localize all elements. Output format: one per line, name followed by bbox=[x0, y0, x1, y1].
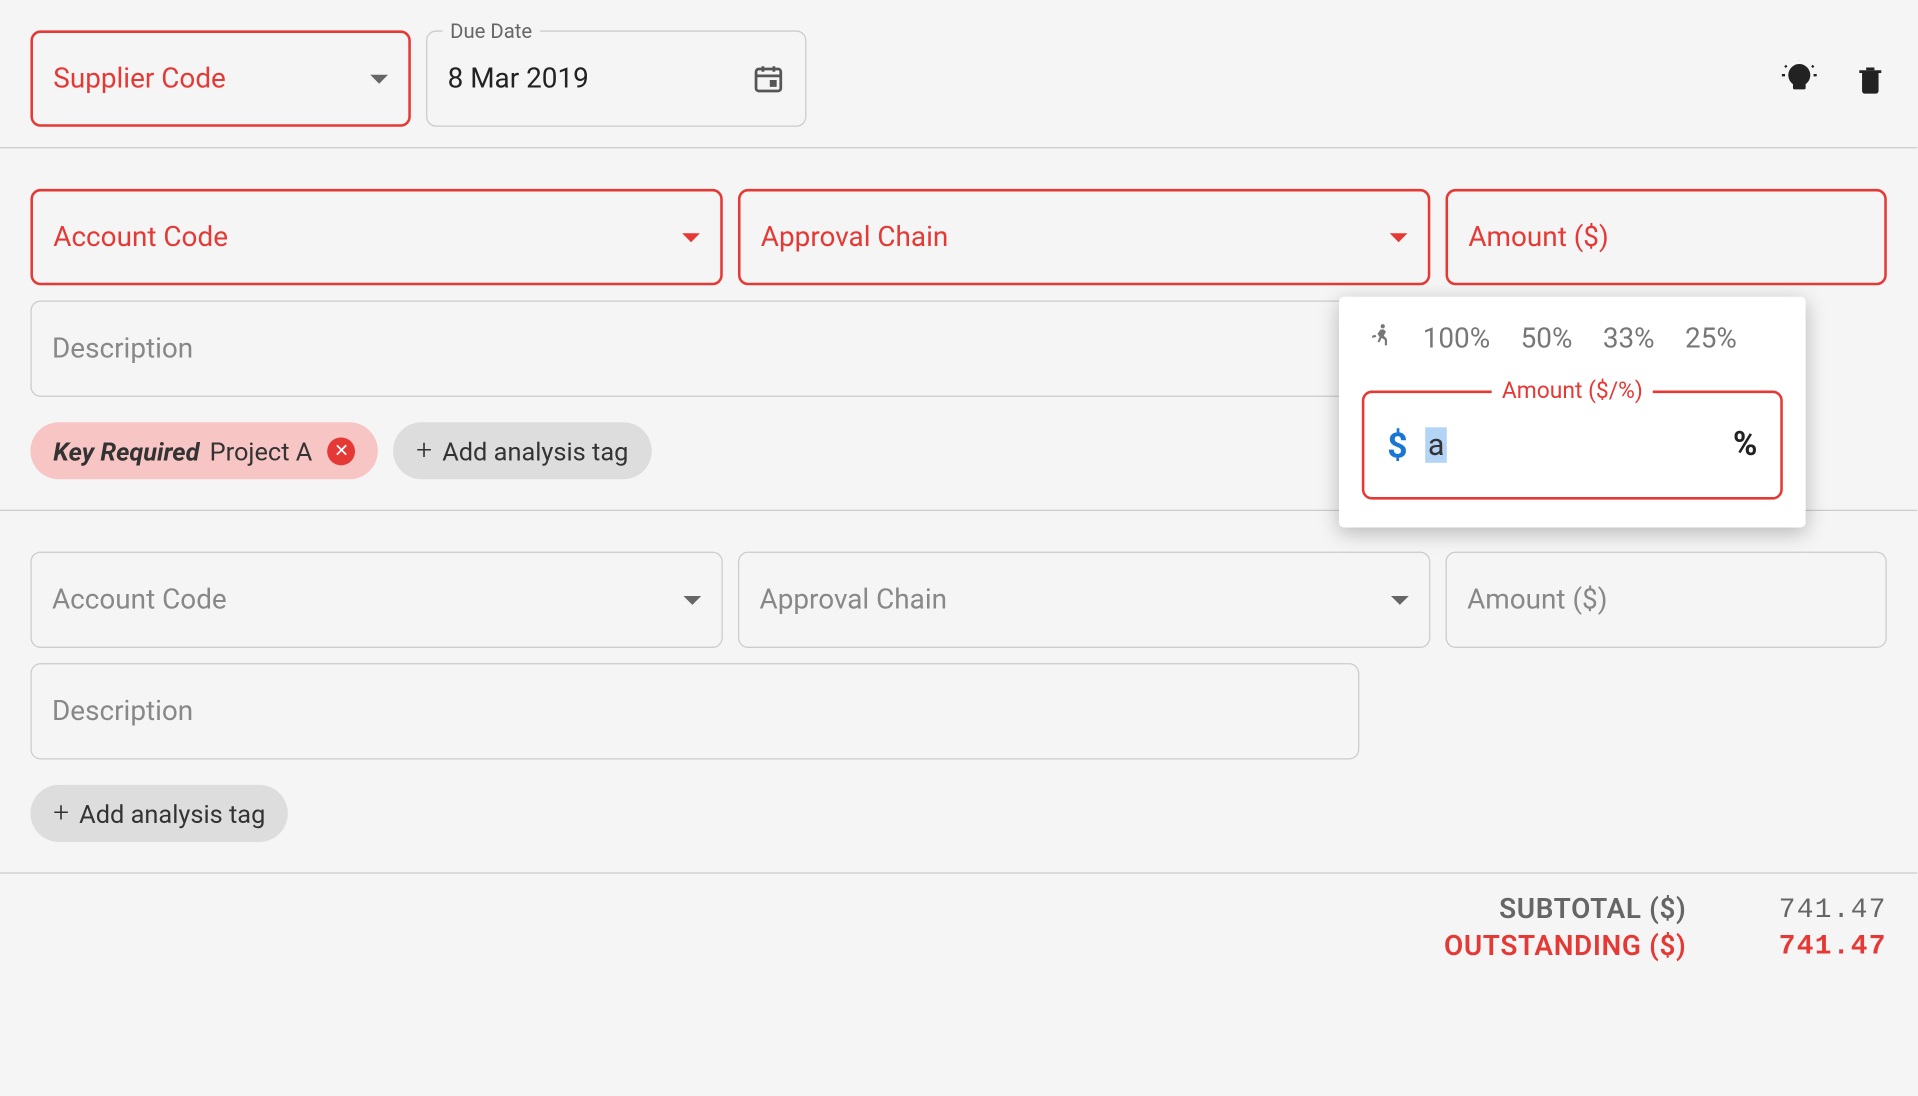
amount-field-2[interactable]: Amount ($) bbox=[1446, 552, 1887, 648]
supplier-code-placeholder: Supplier Code bbox=[53, 63, 370, 95]
chevron-down-icon bbox=[682, 233, 700, 242]
calendar-icon[interactable] bbox=[752, 62, 785, 95]
lightbulb-icon[interactable] bbox=[1780, 61, 1818, 99]
tag-key-required-label: Key Required bbox=[53, 436, 199, 466]
chevron-down-icon bbox=[1391, 595, 1409, 604]
shortcut-100[interactable]: 100% bbox=[1423, 323, 1490, 355]
header-actions bbox=[1780, 61, 1887, 99]
add-tag-label: Add analysis tag bbox=[442, 436, 628, 466]
tag-project-label: Project A bbox=[210, 436, 313, 466]
amount-input[interactable]: a bbox=[1425, 427, 1715, 463]
shortcut-33[interactable]: 33% bbox=[1603, 323, 1655, 355]
amount-input-label: Amount ($/%) bbox=[1492, 378, 1653, 405]
outstanding-value: 741.47 bbox=[1747, 931, 1886, 963]
amount-input-field[interactable]: Amount ($/%) $ a % bbox=[1362, 391, 1783, 500]
subtotal-value: 741.47 bbox=[1747, 894, 1886, 926]
due-date-value: 8 Mar 2019 bbox=[448, 63, 752, 95]
header-row: Supplier Code Due Date 8 Mar 2019 bbox=[0, 0, 1917, 148]
subtotal-label: SUBTOTAL ($) bbox=[1499, 894, 1686, 926]
account-code-select-2[interactable]: Account Code bbox=[30, 552, 722, 648]
plus-icon: + bbox=[53, 798, 69, 830]
totals: SUBTOTAL ($) 741.47 OUTSTANDING ($) 741.… bbox=[0, 874, 1917, 983]
percent-icon[interactable]: % bbox=[1733, 426, 1757, 464]
approval-chain-select-1[interactable]: Approval Chain bbox=[738, 189, 1430, 285]
shortcuts-row: 100% 50% 33% 25% bbox=[1362, 322, 1783, 355]
amount-placeholder: Amount ($) bbox=[1467, 584, 1865, 616]
due-date-field[interactable]: Due Date 8 Mar 2019 bbox=[426, 30, 806, 126]
approval-chain-placeholder: Approval Chain bbox=[760, 584, 1391, 616]
line-item-2: Account Code Approval Chain Amount ($) D… bbox=[0, 511, 1917, 874]
chevron-down-icon bbox=[1390, 233, 1408, 242]
chevron-down-icon bbox=[370, 74, 388, 83]
account-code-placeholder: Account Code bbox=[53, 221, 682, 253]
outstanding-label: OUTSTANDING ($) bbox=[1444, 931, 1686, 963]
trash-icon[interactable] bbox=[1854, 61, 1887, 99]
description-placeholder: Description bbox=[52, 695, 1338, 727]
account-code-placeholder: Account Code bbox=[52, 584, 683, 616]
approval-chain-select-2[interactable]: Approval Chain bbox=[738, 552, 1430, 648]
shortcut-25[interactable]: 25% bbox=[1685, 323, 1737, 355]
add-tag-label: Add analysis tag bbox=[79, 798, 265, 828]
amount-placeholder: Amount ($) bbox=[1468, 221, 1864, 253]
description-placeholder: Description bbox=[52, 333, 1338, 365]
description-field-2[interactable]: Description bbox=[30, 663, 1359, 759]
account-code-select-1[interactable]: Account Code bbox=[30, 189, 722, 285]
amount-popover: 100% 50% 33% 25% Amount ($/%) $ a % bbox=[1339, 297, 1806, 528]
add-analysis-tag-button-2[interactable]: + Add analysis tag bbox=[30, 785, 288, 842]
analysis-tag-error[interactable]: Key Required Project A ✕ bbox=[30, 422, 378, 479]
supplier-code-select[interactable]: Supplier Code bbox=[30, 30, 410, 126]
running-person-icon bbox=[1367, 322, 1392, 355]
tags-row-2: + Add analysis tag bbox=[30, 785, 1886, 842]
description-field-1[interactable]: Description bbox=[30, 301, 1359, 397]
dollar-icon[interactable]: $ bbox=[1387, 424, 1407, 466]
amount-field-1[interactable]: Amount ($) bbox=[1446, 189, 1887, 285]
close-icon[interactable]: ✕ bbox=[328, 437, 356, 465]
shortcut-50[interactable]: 50% bbox=[1521, 323, 1573, 355]
chevron-down-icon bbox=[683, 595, 701, 604]
plus-icon: + bbox=[416, 435, 432, 467]
approval-chain-placeholder: Approval Chain bbox=[761, 221, 1390, 253]
due-date-label: Due Date bbox=[443, 19, 540, 43]
add-analysis-tag-button-1[interactable]: + Add analysis tag bbox=[393, 422, 651, 479]
